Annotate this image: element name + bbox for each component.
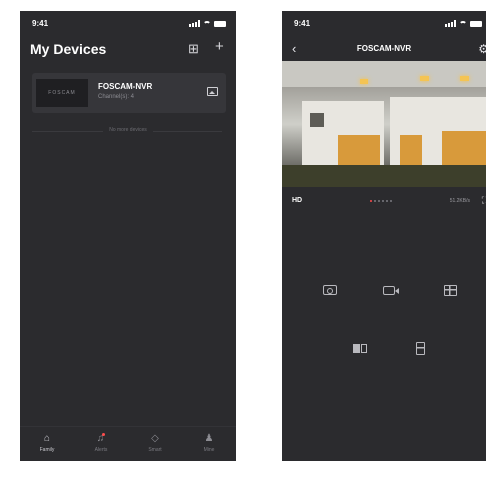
page-dot — [390, 200, 392, 202]
split-view-button[interactable] — [350, 341, 370, 355]
skylight — [460, 76, 469, 81]
bell-icon: ♫ — [96, 433, 106, 444]
plus-icon[interactable]: + — [215, 38, 224, 55]
skylight — [360, 79, 368, 84]
lit-window — [442, 131, 486, 165]
page-dot — [370, 200, 372, 202]
tab-alerts[interactable]: ♫ Alerts — [74, 427, 128, 461]
grid-icon — [443, 284, 457, 296]
page-dot — [378, 200, 380, 202]
tab-mine[interactable]: ♟ Mine — [182, 427, 236, 461]
tab-label: Family — [39, 447, 55, 453]
nav-bar: ‹ FOSCAM-NVR ⚙ — [282, 41, 486, 57]
multi-view-button[interactable] — [440, 283, 460, 297]
split-screen-icon — [353, 343, 367, 353]
thumbnail-label: FOSCAM — [48, 90, 76, 96]
grid-icon[interactable]: ⊞ — [188, 41, 199, 57]
status-time: 9:41 — [32, 19, 49, 28]
my-devices-screen: 9:41 My Devices ⊞ + FOSCAM FOSCAM-NVR Ch… — [20, 11, 236, 461]
gear-icon[interactable]: ⚙ — [478, 42, 486, 56]
no-more-devices: No more devices — [20, 127, 236, 133]
wifi-icon — [203, 20, 211, 27]
status-icons — [189, 20, 226, 27]
bitrate: 51.2KB/s — [449, 198, 470, 204]
camera-icon — [323, 285, 337, 295]
status-icons — [445, 20, 482, 27]
device-name: FOSCAM-NVR — [98, 82, 153, 91]
video-record-icon — [383, 285, 399, 295]
battery-icon — [214, 20, 226, 27]
ptz-button[interactable] — [410, 339, 430, 357]
lit-window — [400, 135, 422, 165]
tab-label: Alerts — [94, 447, 108, 453]
battery-icon — [470, 20, 482, 27]
home-icon: ⌂ — [43, 433, 51, 444]
device-title: FOSCAM-NVR — [356, 44, 412, 53]
tab-label: Smart — [148, 447, 162, 453]
person-icon: ♟ — [204, 433, 214, 444]
page-dot — [374, 200, 376, 202]
tab-family[interactable]: ⌂ Family — [20, 427, 74, 461]
wifi-icon — [459, 20, 467, 27]
status-time: 9:41 — [294, 19, 311, 28]
page-indicator — [370, 200, 392, 202]
live-view-screen: 9:41 ‹ FOSCAM-NVR ⚙ HD 51.2KB/s ⛶ — [282, 11, 486, 461]
live-video[interactable] — [282, 61, 486, 187]
tab-bar: ⌂ Family ♫ Alerts ◇ Smart ♟ Mine — [20, 426, 236, 461]
tab-smart[interactable]: ◇ Smart — [128, 427, 182, 461]
page-dot — [382, 200, 384, 202]
quality-toggle[interactable]: HD — [292, 197, 302, 204]
record-button[interactable] — [378, 283, 400, 297]
page-dot — [386, 200, 388, 202]
smart-icon: ◇ — [151, 433, 159, 444]
alert-badge — [102, 433, 106, 436]
tab-label: Mine — [203, 447, 215, 453]
skylight — [420, 76, 429, 81]
signal-icon — [189, 20, 200, 27]
status-bar: 9:41 — [32, 19, 226, 31]
page-title: My Devices — [30, 41, 107, 57]
snapshot-button[interactable] — [320, 283, 340, 297]
image-icon[interactable] — [207, 87, 218, 96]
status-bar: 9:41 — [294, 19, 482, 31]
no-more-label: No more devices — [103, 127, 153, 133]
lawn — [282, 165, 486, 187]
device-channels: Channel(s): 4 — [98, 94, 135, 100]
fullscreen-icon[interactable]: ⛶ — [482, 195, 486, 206]
house-roof — [282, 61, 486, 87]
device-thumbnail: FOSCAM — [36, 79, 88, 107]
signal-icon — [445, 20, 456, 27]
device-card[interactable]: FOSCAM FOSCAM-NVR Channel(s): 4 — [32, 73, 226, 113]
dark-window — [310, 113, 324, 127]
lit-window — [338, 135, 380, 165]
video-control-bar: HD 51.2KB/s ⛶ — [282, 187, 486, 217]
ptz-icon — [415, 341, 425, 355]
